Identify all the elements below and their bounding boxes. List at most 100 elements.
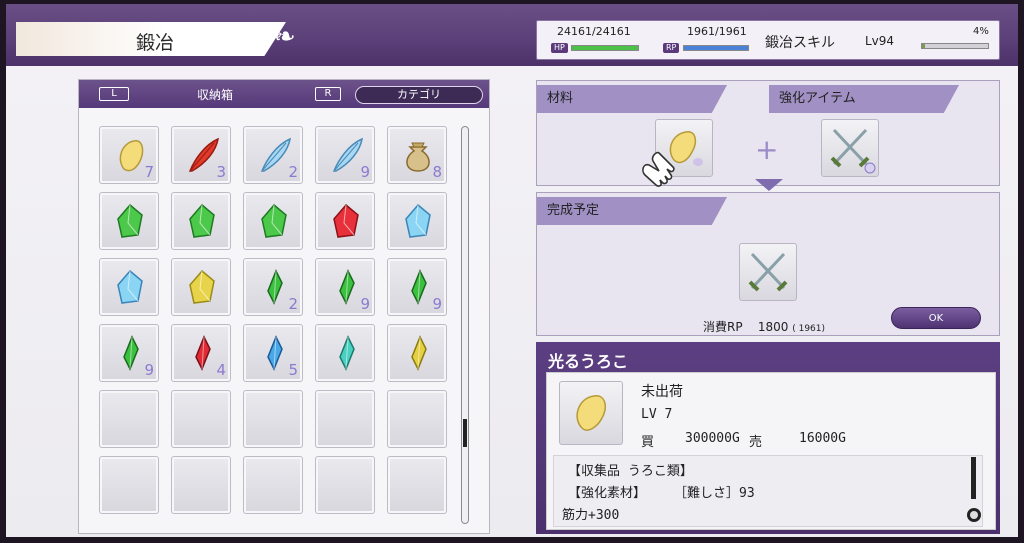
empty-storage-slot[interactable] xyxy=(387,390,447,448)
rp-bar-fill xyxy=(684,46,748,50)
empty-storage-slot[interactable] xyxy=(315,456,375,514)
skill-exp-bar xyxy=(921,43,989,49)
title-swirl-icon: ❧ xyxy=(274,22,296,52)
green-shard-icon xyxy=(267,269,283,305)
status-panel: 24161/24161 HP 1961/1961 RP 鍛冶スキル Lv94 4… xyxy=(536,20,1000,60)
cost-readout: 消費RP 1800 ( 1961) xyxy=(703,318,825,335)
storage-slot[interactable]: 9 xyxy=(99,324,159,382)
item-quantity: 9 xyxy=(432,295,442,313)
yellow-scale-icon xyxy=(576,395,607,431)
storage-slot[interactable] xyxy=(243,192,303,250)
storage-slot[interactable] xyxy=(99,192,159,250)
storage-slot[interactable]: 9 xyxy=(315,126,375,184)
item-icon-box xyxy=(559,381,623,445)
storage-slot[interactable]: 7 xyxy=(99,126,159,184)
item-quantity: 2 xyxy=(288,163,298,181)
storage-slot[interactable]: 5 xyxy=(243,324,303,382)
category-button[interactable]: カテゴリ xyxy=(355,86,483,104)
sell-price: 16000G xyxy=(799,431,846,446)
hand-cursor-icon xyxy=(642,151,675,187)
item-quantity: 7 xyxy=(144,163,154,181)
storage-slot[interactable] xyxy=(387,324,447,382)
empty-storage-slot[interactable] xyxy=(387,456,447,514)
top-bar: 鍛冶 ❧ 24161/24161 HP 1961/1961 RP 鍛冶スキル L… xyxy=(6,4,1018,66)
empty-storage-slot[interactable] xyxy=(99,390,159,448)
r-stick-icon[interactable] xyxy=(967,457,981,527)
scrollbar-thumb[interactable] xyxy=(463,419,467,447)
empty-storage-slot[interactable] xyxy=(171,390,231,448)
empty-storage-slot[interactable] xyxy=(315,390,375,448)
item-quantity: 9 xyxy=(360,295,370,313)
storage-slot[interactable] xyxy=(171,258,231,316)
empty-storage-slot[interactable] xyxy=(243,456,303,514)
storage-slot[interactable]: 2 xyxy=(243,258,303,316)
ship-status: 未出荷 xyxy=(641,384,683,400)
storage-slot[interactable] xyxy=(315,324,375,382)
storage-title: 収納箱 xyxy=(197,88,234,102)
yellow-crystal-icon xyxy=(189,269,215,304)
item-quantity: 9 xyxy=(360,163,370,181)
storage-panel: L 収納箱 R カテゴリ 7 3 2 9 8 2 9 9 9 4 5 xyxy=(78,79,490,534)
item-info-body: 未出荷 LV 7 買 300000G 売 16000G 【収集品 うろこ類】 【… xyxy=(546,372,996,530)
description-box: 【収集品 うろこ類】 【強化素材】 ［難しさ］93 筋力+300 xyxy=(553,455,983,527)
storage-scrollbar[interactable] xyxy=(461,126,469,524)
storage-slot[interactable] xyxy=(387,192,447,250)
l-shoulder-button[interactable]: L xyxy=(99,87,129,101)
item-level: LV 7 xyxy=(641,407,673,422)
skill-level: Lv94 xyxy=(865,34,895,48)
pouch-icon xyxy=(406,142,430,172)
ok-button[interactable]: OK xyxy=(891,307,981,329)
green-crystal-icon xyxy=(189,203,215,238)
rp-value: 1961/1961 xyxy=(687,25,747,38)
storage-slot[interactable]: 9 xyxy=(387,258,447,316)
item-quantity: 8 xyxy=(432,163,442,181)
empty-storage-slot[interactable] xyxy=(243,390,303,448)
buy-label: 買 xyxy=(641,435,655,450)
skill-exp: 4% xyxy=(973,26,989,37)
empty-storage-slot[interactable] xyxy=(171,456,231,514)
green-crystal-icon xyxy=(117,203,143,238)
item-quantity: 2 xyxy=(288,295,298,313)
crossed-swords-icon xyxy=(830,128,876,174)
empty-storage-slot[interactable] xyxy=(99,456,159,514)
enhance-tag: 強化アイテム xyxy=(769,85,959,113)
yellow-shard-icon xyxy=(411,335,427,371)
item-effect: 筋力+300 xyxy=(562,508,620,523)
result-tag: 完成予定 xyxy=(537,197,727,225)
green-crystal-icon xyxy=(261,203,287,238)
red-shard-icon xyxy=(195,335,211,371)
item-name: 光るうろこ xyxy=(548,352,629,371)
blue-crystal-icon xyxy=(405,203,431,238)
r-shoulder-button[interactable]: R xyxy=(315,87,341,101)
yellow-scale-icon xyxy=(119,140,144,172)
storage-slot[interactable] xyxy=(171,192,231,250)
hp-bar xyxy=(571,45,639,51)
sell-label: 売 xyxy=(749,435,763,450)
cost-value: 1800 xyxy=(757,320,789,334)
storage-slot[interactable] xyxy=(99,258,159,316)
storage-slot[interactable]: 3 xyxy=(171,126,231,184)
page-title: 鍛冶 xyxy=(136,32,175,54)
cyan-shard-icon xyxy=(339,335,355,371)
storage-slot[interactable]: 8 xyxy=(387,126,447,184)
enhance-type: 【強化素材】 xyxy=(568,486,647,501)
storage-slot[interactable]: 4 xyxy=(171,324,231,382)
blue-crystal-icon xyxy=(117,269,143,304)
rp-bar xyxy=(683,45,749,51)
result-panel: 完成予定 消費RP 1800 ( 1961) OK xyxy=(536,192,1000,336)
green-shard-icon xyxy=(411,269,427,305)
storage-slot[interactable] xyxy=(315,192,375,250)
difficulty: ［難しさ］93 xyxy=(674,486,755,501)
item-quantity: 3 xyxy=(216,163,226,181)
storage-slot[interactable]: 2 xyxy=(243,126,303,184)
enhance-slot[interactable] xyxy=(821,119,879,177)
item-quantity: 9 xyxy=(144,361,154,379)
cost-available: ( 1961) xyxy=(792,324,826,334)
blue-shard-icon xyxy=(267,335,283,371)
hp-label: HP xyxy=(551,43,568,53)
buy-price: 300000G xyxy=(685,431,740,446)
rp-label: RP xyxy=(663,43,680,53)
storage-slot[interactable]: 9 xyxy=(315,258,375,316)
item-quantity: 5 xyxy=(288,361,298,379)
green-shard-icon xyxy=(123,335,139,371)
